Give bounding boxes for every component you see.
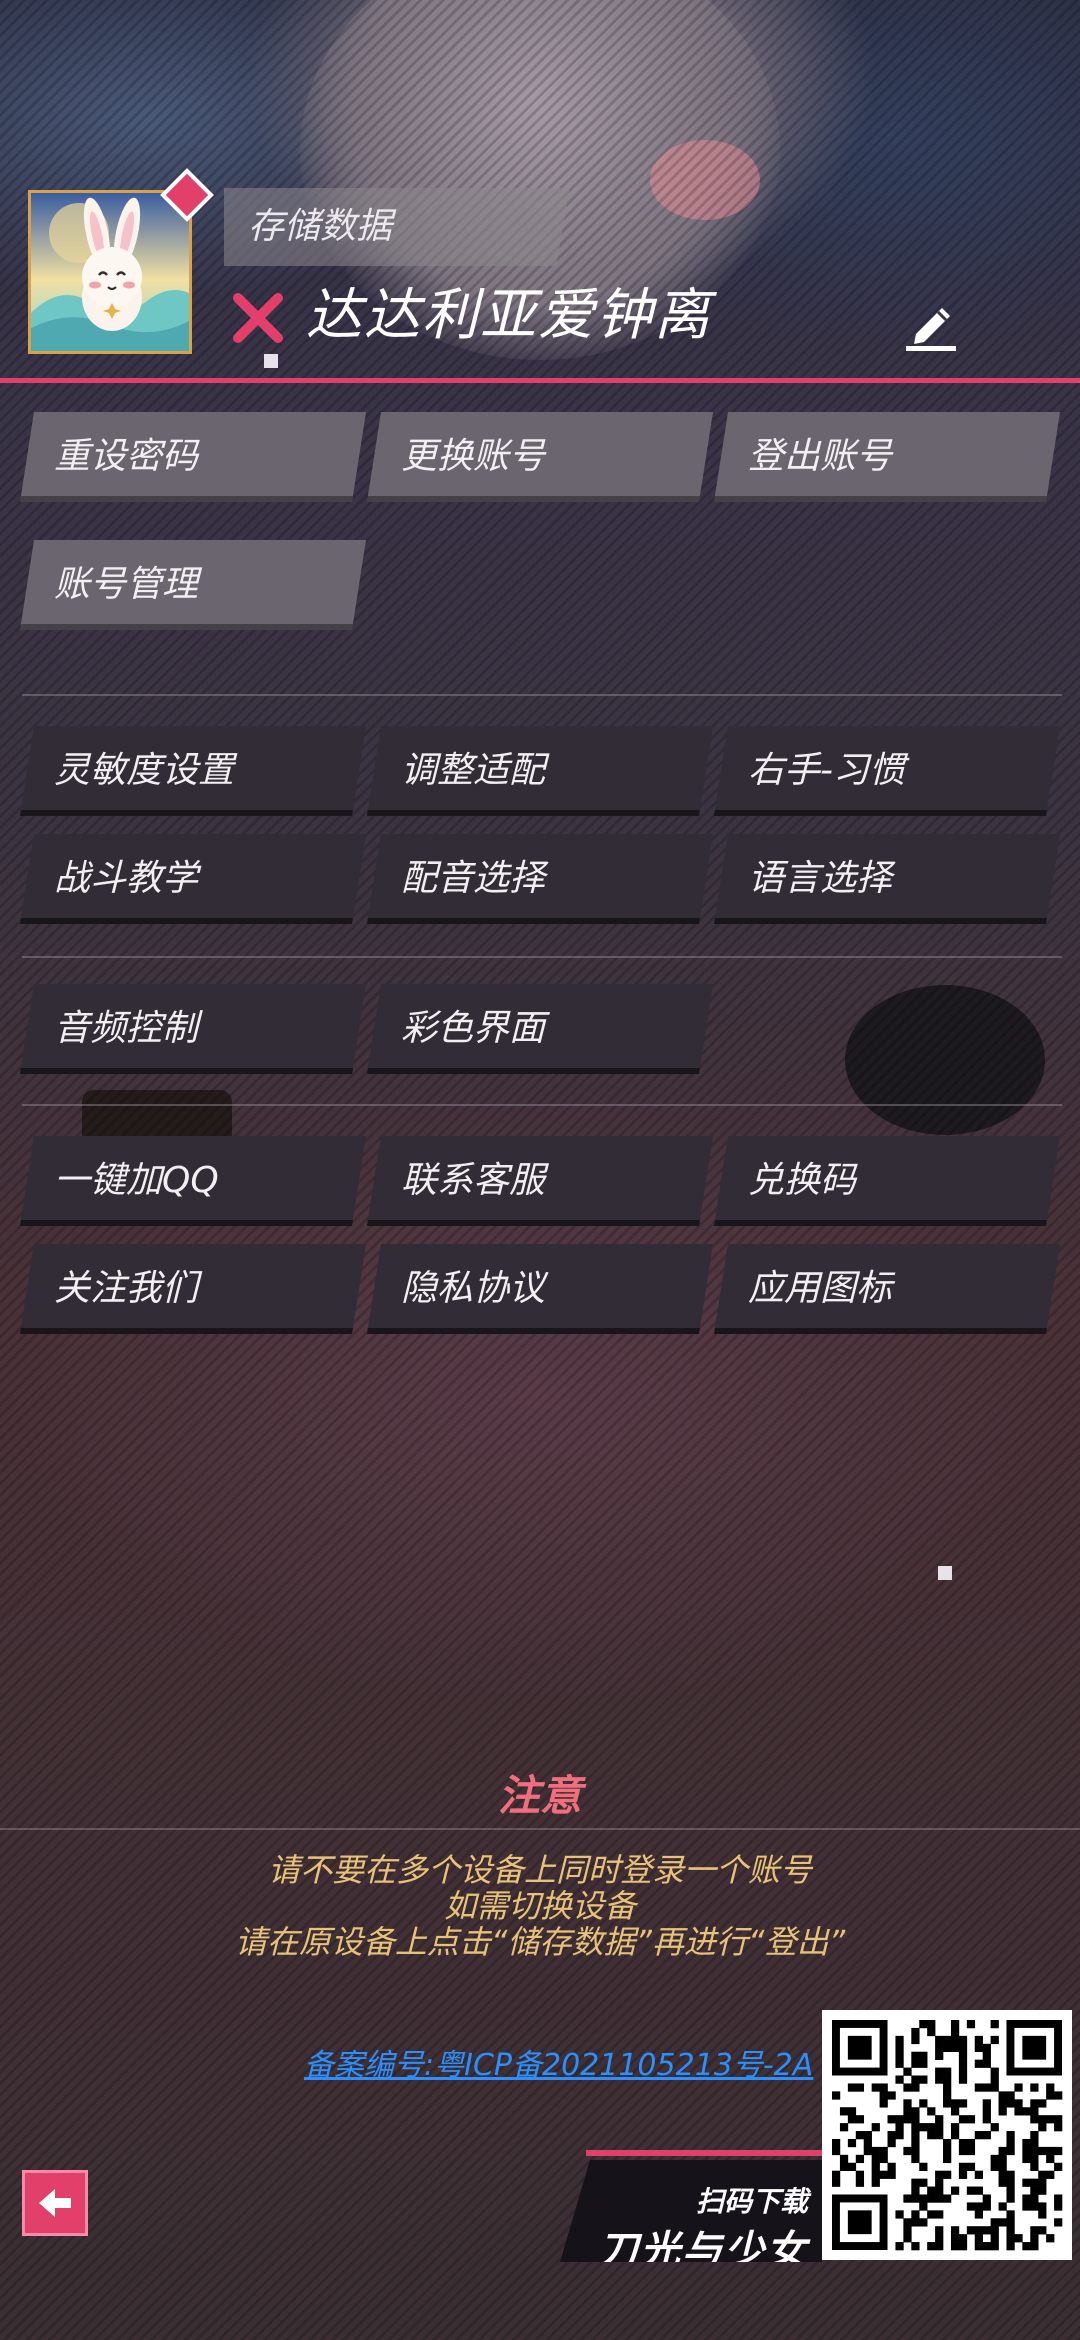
save-data-button[interactable]: 存储数据 <box>224 188 570 266</box>
background-sparkle <box>264 354 278 368</box>
redeem-code-button[interactable]: 兑换码 <box>714 1136 1060 1226</box>
icp-record-link[interactable]: 备案编号:粤ICP备2021105213号-2A <box>304 2040 813 2084</box>
edit-pencil-icon[interactable] <box>902 294 962 354</box>
player-username: 达达利亚爱钟离 <box>306 283 712 348</box>
section-divider <box>22 694 1062 696</box>
color-ui-button[interactable]: 彩色界面 <box>367 984 713 1074</box>
contact-support-button[interactable]: 联系客服 <box>367 1136 713 1226</box>
account-management-button[interactable]: 账号管理 <box>20 540 366 630</box>
notice-line: 请在原设备上点击“储存数据”再进行“登出” <box>234 1923 846 1961</box>
battle-tutorial-button[interactable]: 战斗教学 <box>20 834 366 924</box>
privacy-policy-button[interactable]: 隐私协议 <box>367 1244 713 1334</box>
notice-title: 注意 <box>497 1771 582 1820</box>
unverified-x-icon <box>233 293 283 343</box>
notice-line: 如需切换设备 <box>443 1887 636 1925</box>
logout-button[interactable]: 登出账号 <box>714 412 1060 502</box>
notice-divider <box>0 1828 1080 1830</box>
avatar-image <box>28 190 192 354</box>
adjust-fit-button[interactable]: 调整适配 <box>367 726 713 816</box>
rabbit-avatar-icon <box>31 197 189 351</box>
promo-accent-bar <box>586 2150 822 2156</box>
reset-password-button[interactable]: 重设密码 <box>20 412 366 502</box>
download-promo: 扫码下载 刀光与少女 <box>560 2150 822 2262</box>
background-blush <box>650 140 760 220</box>
follow-us-button[interactable]: 关注我们 <box>20 1244 366 1334</box>
switch-account-button[interactable]: 更换账号 <box>367 412 713 502</box>
background-sparkle <box>938 1566 952 1580</box>
back-button[interactable] <box>22 2170 88 2236</box>
section-divider <box>22 1104 1062 1106</box>
voice-selection-button[interactable]: 配音选择 <box>367 834 713 924</box>
download-qr-code <box>822 2010 1072 2260</box>
language-selection-button[interactable]: 语言选择 <box>714 834 1060 924</box>
arrow-left-icon <box>39 2189 71 2217</box>
qr-code-icon <box>832 2020 1063 2251</box>
section-divider <box>22 956 1062 958</box>
header-divider <box>0 378 1080 383</box>
handedness-button[interactable]: 右手-习惯 <box>714 726 1060 816</box>
player-avatar[interactable] <box>28 168 214 354</box>
promo-scan-label: 扫码下载 <box>695 2185 808 2218</box>
settings-screen: 存储数据 达达利亚爱钟离 重设密码 更换账号 登出账号 账号管理 灵敏度设置 调… <box>0 0 1080 2340</box>
promo-banner: 扫码下载 刀光与少女 <box>560 2160 822 2262</box>
notice-line: 请不要在多个设备上同时登录一个账号 <box>267 1851 812 1889</box>
app-icon-button[interactable]: 应用图标 <box>714 1244 1060 1334</box>
audio-control-button[interactable]: 音频控制 <box>20 984 366 1074</box>
sensitivity-settings-button[interactable]: 灵敏度设置 <box>20 726 366 816</box>
background-lamp <box>845 985 1045 1135</box>
join-qq-button[interactable]: 一键加QQ <box>20 1136 366 1226</box>
